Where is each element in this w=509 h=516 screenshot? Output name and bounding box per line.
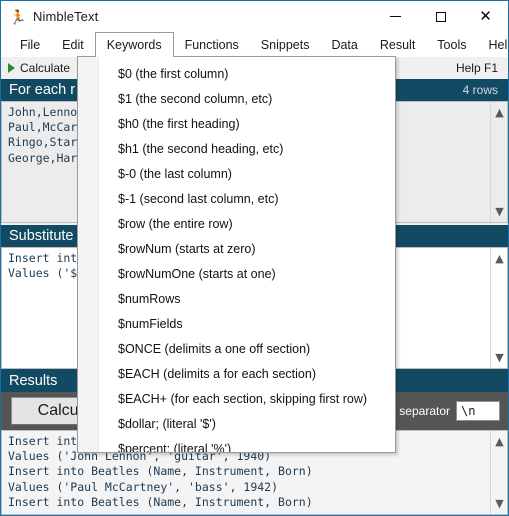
- window-controls: ✕: [373, 1, 508, 32]
- menu-item-tools[interactable]: Tools: [426, 32, 477, 57]
- menu-item-file[interactable]: File: [9, 32, 51, 57]
- menu-option-numfields[interactable]: $numFields: [78, 311, 395, 336]
- calculate-button-label: Calculate: [20, 61, 71, 75]
- maximize-icon[interactable]: [418, 1, 463, 32]
- help-link[interactable]: Help F1: [456, 61, 508, 75]
- scroll-down-icon[interactable]: ▼: [491, 349, 507, 366]
- substitute-panel-title: Substitute: [9, 228, 74, 244]
- title-bar: 🏃 NimbleText ✕: [1, 1, 508, 32]
- results-pane-scrollbar[interactable]: ▲ ▼: [490, 431, 507, 514]
- menu-item-snippets[interactable]: Snippets: [250, 32, 321, 57]
- data-pane-scrollbar[interactable]: ▲ ▼: [490, 102, 507, 222]
- results-panel-title: Results: [9, 372, 58, 389]
- data-input-text[interactable]: John,Lenno Paul,McCar Ringo,Star George,…: [8, 105, 77, 166]
- nimbletext-window: 🏃 NimbleText ✕ File Edit Keywords Functi…: [0, 0, 509, 516]
- menu-option-dollar-0[interactable]: $-0 (the last column): [78, 161, 395, 186]
- window-title: NimbleText: [33, 9, 99, 24]
- scroll-down-icon[interactable]: ▼: [491, 203, 507, 220]
- substitute-pattern-text[interactable]: Insert int Values ('$: [8, 251, 77, 281]
- row-count-badge: 4 rows: [462, 83, 498, 97]
- runner-icon: 🏃: [9, 8, 27, 25]
- scroll-up-icon[interactable]: ▲: [491, 433, 507, 450]
- data-panel-title: For each r: [9, 82, 76, 98]
- close-icon[interactable]: ✕: [463, 1, 508, 32]
- menu-item-data[interactable]: Data: [320, 32, 368, 57]
- minimize-icon[interactable]: [373, 1, 418, 32]
- menu-option-dollarh0[interactable]: $h0 (the first heading): [78, 111, 395, 136]
- menu-option-dollar-lit[interactable]: $dollar; (literal '$'): [78, 411, 395, 436]
- menu-bar: File Edit Keywords Functions Snippets Da…: [1, 32, 508, 57]
- menu-option-once[interactable]: $ONCE (delimits a one off section): [78, 336, 395, 361]
- scroll-up-icon[interactable]: ▲: [491, 104, 507, 121]
- keywords-dropdown-menu[interactable]: $0 (the first column) $1 (the second col…: [77, 56, 396, 453]
- menu-item-help[interactable]: Help: [477, 32, 508, 57]
- menu-option-dollar0[interactable]: $0 (the first column): [78, 61, 395, 86]
- menu-option-dollarh1[interactable]: $h1 (the second heading, etc): [78, 136, 395, 161]
- menu-item-edit[interactable]: Edit: [51, 32, 95, 57]
- menu-option-rownum[interactable]: $rowNum (starts at zero): [78, 236, 395, 261]
- substitute-pane-scrollbar[interactable]: ▲ ▼: [490, 248, 507, 368]
- menu-option-row[interactable]: $row (the entire row): [78, 211, 395, 236]
- scroll-up-icon[interactable]: ▲: [491, 250, 507, 267]
- menu-option-dollar-1[interactable]: $-1 (second last column, etc): [78, 186, 395, 211]
- menu-option-dollar1[interactable]: $1 (the second column, etc): [78, 86, 395, 111]
- keywords-menu-list: $0 (the first column) $1 (the second col…: [78, 61, 395, 453]
- calculate-button[interactable]: Calculate: [1, 58, 78, 78]
- menu-option-each-plus[interactable]: $EACH+ (for each section, skipping first…: [78, 386, 395, 411]
- menu-item-functions[interactable]: Functions: [174, 32, 250, 57]
- menu-option-percent-lit[interactable]: $percent; (literal '%'): [78, 436, 395, 453]
- menu-option-numrows[interactable]: $numRows: [78, 286, 395, 311]
- separator-input[interactable]: \n: [456, 401, 500, 421]
- menu-item-result[interactable]: Result: [369, 32, 426, 57]
- play-icon: [8, 63, 15, 73]
- scroll-down-icon[interactable]: ▼: [491, 495, 507, 512]
- menu-item-keywords[interactable]: Keywords: [94, 32, 174, 57]
- menu-option-each[interactable]: $EACH (delimits a for each section): [78, 361, 395, 386]
- menu-option-rownumone[interactable]: $rowNumOne (starts at one): [78, 261, 395, 286]
- separator-label: w separator: [387, 404, 450, 418]
